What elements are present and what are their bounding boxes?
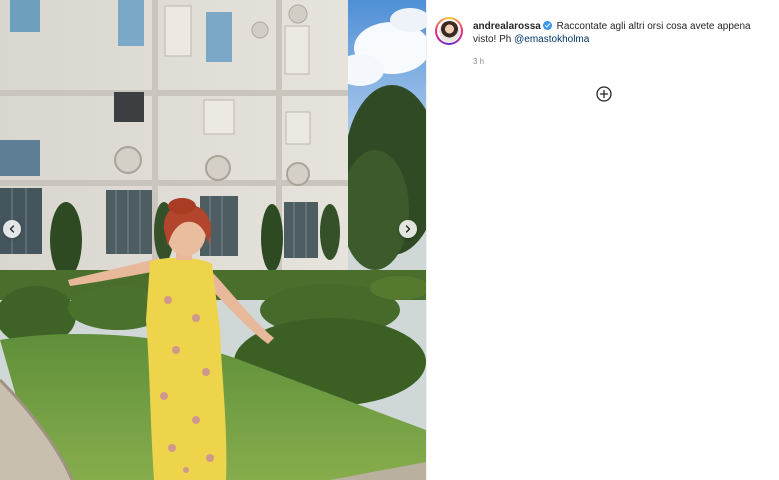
- avatar-image: [438, 20, 460, 42]
- previous-image-button[interactable]: [3, 220, 21, 238]
- comments-panel: andrealarossa Raccontate agli altri orsi…: [427, 0, 779, 480]
- mention-link[interactable]: @emastokholma: [514, 34, 589, 45]
- username-link[interactable]: andrealarossa: [473, 21, 541, 32]
- post-photo[interactable]: [0, 0, 426, 480]
- chevron-right-icon: [405, 225, 411, 233]
- load-more-comments-button[interactable]: [596, 86, 612, 102]
- photo-image: [0, 0, 426, 480]
- verified-badge-icon: [542, 21, 552, 30]
- avatar[interactable]: [435, 17, 463, 45]
- next-image-button[interactable]: [399, 220, 417, 238]
- post-timestamp[interactable]: 3 h: [473, 57, 484, 66]
- chevron-left-icon: [9, 225, 15, 233]
- plus-circle-icon: [596, 86, 612, 102]
- post-caption: andrealarossa Raccontate agli altri orsi…: [473, 20, 773, 46]
